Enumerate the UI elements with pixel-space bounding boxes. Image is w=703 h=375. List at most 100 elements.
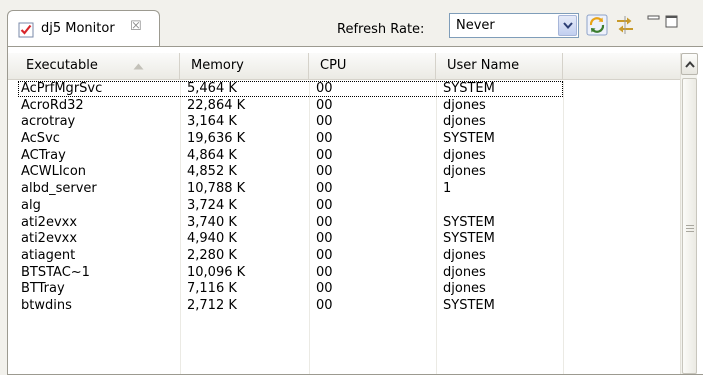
cpu-cell: 00 — [316, 231, 333, 247]
sync-button[interactable] — [614, 14, 636, 36]
close-icon[interactable]: ☒ — [130, 19, 142, 34]
user-name-cell: djones — [443, 147, 486, 163]
cpu-cell: 00 — [316, 131, 333, 147]
cpu-cell: 00 — [316, 164, 333, 180]
memory-cell: 4,940 K — [187, 231, 237, 247]
maximize-button[interactable] — [664, 14, 680, 28]
memory-cell: 4,852 K — [187, 164, 237, 180]
cpu-cell: 00 — [316, 214, 333, 230]
cpu-cell: 00 — [316, 197, 333, 213]
chevron-up-icon — [685, 61, 695, 68]
table-row[interactable]: ACWLIcon 4,852 K 00 djones — [8, 164, 680, 181]
cpu-cell: 00 — [316, 114, 333, 130]
memory-cell: 10,096 K — [187, 264, 246, 280]
executable-cell: ACWLIcon — [21, 164, 87, 180]
table-row[interactable]: ACTray 4,864 K 00 djones — [8, 148, 680, 165]
view-toolbar: dj5 Monitor ☒ Refresh Rate: Never — [0, 0, 703, 46]
refresh-rate-value: Never — [456, 18, 495, 33]
memory-cell: 3,740 K — [187, 214, 237, 230]
column-header-cpu[interactable]: CPU — [309, 53, 436, 79]
cpu-cell: 00 — [316, 281, 333, 297]
checkbox-icon — [18, 22, 34, 38]
user-name-cell: SYSTEM — [443, 231, 495, 247]
memory-cell: 3,164 K — [187, 114, 237, 130]
executable-cell: AcPrfMgrSvc — [21, 81, 103, 96]
memory-cell: 3,724 K — [187, 197, 237, 213]
column-header-memory[interactable]: Memory — [180, 53, 309, 79]
table-row[interactable]: ati2evxx 4,940 K 00 SYSTEM — [8, 231, 680, 248]
user-name-cell: 1 — [443, 181, 452, 197]
scroll-up-button[interactable] — [681, 53, 698, 75]
sort-ascending-icon — [133, 63, 144, 70]
executable-cell: atiagent — [21, 247, 76, 263]
table-row[interactable]: AcroRd32 22,864 K 00 djones — [8, 98, 680, 115]
maximize-icon — [665, 15, 678, 28]
executable-cell: alg — [21, 197, 41, 213]
tab-title: dj5 Monitor — [41, 21, 115, 36]
column-header-executable[interactable]: Executable — [8, 53, 180, 79]
user-name-cell: djones — [443, 97, 486, 113]
cpu-cell: 00 — [316, 81, 333, 96]
refresh-button[interactable] — [586, 14, 608, 36]
table-row[interactable]: AcPrfMgrSvc 5,464 K 00 SYSTEM — [8, 81, 680, 98]
executable-cell: albd_server — [21, 181, 97, 197]
minimize-button[interactable] — [646, 14, 662, 28]
table-row[interactable]: alg 3,724 K 00 — [8, 198, 680, 215]
minimize-icon — [647, 15, 660, 20]
table-body: AcPrfMgrSvc 5,464 K 00 SYSTEM AcroRd32 22,864… — [8, 81, 680, 315]
table-row[interactable]: atiagent 2,280 K 00 djones — [8, 248, 680, 265]
chevron-down-icon — [563, 22, 573, 30]
table-row[interactable]: albd_server 10,788 K 00 1 — [8, 181, 680, 198]
executable-cell: ati2evxx — [21, 214, 78, 230]
user-name-cell: djones — [443, 114, 486, 130]
user-name-cell: djones — [443, 264, 486, 280]
cpu-cell: 00 — [316, 97, 333, 113]
sync-arrows-icon — [617, 16, 633, 34]
executable-cell: BTTray — [21, 281, 65, 297]
grip-icon — [686, 225, 694, 234]
user-name-cell: djones — [443, 281, 486, 297]
user-name-cell: SYSTEM — [443, 297, 495, 313]
table-row[interactable]: AcSvc 19,636 K 00 SYSTEM — [8, 131, 680, 148]
user-name-cell: SYSTEM — [443, 131, 495, 147]
memory-cell: 22,864 K — [187, 97, 246, 113]
table-row[interactable]: BTTray 7,116 K 00 djones — [8, 281, 680, 298]
memory-cell: 7,116 K — [187, 281, 237, 297]
executable-cell: AcroRd32 — [21, 97, 84, 113]
memory-cell: 2,712 K — [187, 297, 237, 313]
dropdown-button[interactable] — [558, 15, 577, 36]
cpu-cell: 00 — [316, 264, 333, 280]
table-row[interactable]: ati2evxx 3,740 K 00 SYSTEM — [8, 215, 680, 232]
refresh-icon — [586, 14, 608, 36]
cpu-cell: 00 — [316, 147, 333, 163]
memory-cell: 10,788 K — [187, 181, 246, 197]
executable-cell: btwdins — [21, 297, 72, 313]
user-name-cell: SYSTEM — [443, 81, 495, 96]
executable-cell: acrotray — [21, 114, 76, 130]
executable-cell: ati2evxx — [21, 231, 78, 247]
cpu-cell: 00 — [316, 181, 333, 197]
user-name-cell: djones — [443, 247, 486, 263]
table-row[interactable]: BTSTAC~1 10,096 K 00 djones — [8, 265, 680, 282]
table-row[interactable]: acrotray 3,164 K 00 djones — [8, 114, 680, 131]
executable-cell: AcSvc — [21, 131, 60, 147]
user-name-cell: djones — [443, 164, 486, 180]
memory-cell: 19,636 K — [187, 131, 246, 147]
cpu-cell: 00 — [316, 247, 333, 263]
user-name-cell: SYSTEM — [443, 214, 495, 230]
table-row[interactable]: btwdins 2,712 K 00 SYSTEM — [8, 298, 680, 315]
table-header: Executable Memory CPU User Name — [8, 53, 680, 80]
refresh-rate-select[interactable]: Never — [449, 13, 579, 38]
memory-cell: 4,864 K — [187, 147, 237, 163]
executable-cell: BTSTAC~1 — [21, 264, 90, 280]
cpu-cell: 00 — [316, 297, 333, 313]
scroll-thumb[interactable] — [682, 78, 697, 374]
memory-cell: 5,464 K — [187, 81, 237, 96]
vertical-scrollbar[interactable] — [680, 53, 698, 374]
refresh-rate-label: Refresh Rate: — [337, 22, 425, 37]
process-table-panel: Executable Memory CPU User Name AcPrfMgr… — [7, 46, 703, 375]
column-header-user-name[interactable]: User Name — [436, 53, 563, 79]
executable-cell: ACTray — [21, 147, 66, 163]
memory-cell: 2,280 K — [187, 247, 237, 263]
tab-dj5-monitor[interactable]: dj5 Monitor ☒ — [7, 10, 160, 46]
